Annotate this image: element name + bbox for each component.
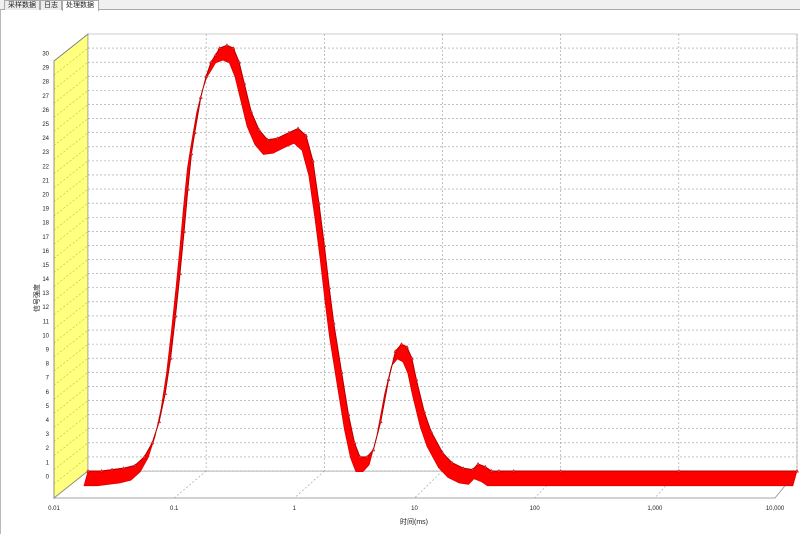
- x-tick-label: 0.01: [48, 506, 60, 512]
- y-tick-label: 27: [42, 94, 49, 100]
- app-window: 采样数据 日志 处理数据 0 1 2 3 4 5 6 7 8 9 10 11 12 13 14 15 16 17 1…: [0, 0, 800, 534]
- y-tick-label: 14: [42, 277, 49, 283]
- y-tick-label: 26: [42, 108, 49, 114]
- x-tick-label: 1,000: [647, 506, 663, 512]
- y-tick-label: 7: [46, 376, 50, 382]
- y-tick-label: 28: [42, 80, 49, 86]
- y-tick-label: 30: [42, 51, 49, 57]
- x-tick-label: 1: [293, 506, 297, 512]
- y-tick-label: 9: [46, 348, 50, 354]
- y-tick-label: 3: [46, 432, 50, 438]
- y-tick-label: 29: [42, 66, 49, 72]
- y-tick-label: 25: [42, 122, 49, 128]
- tab-log[interactable]: 日志: [40, 0, 62, 10]
- y-tick-label: 17: [42, 235, 49, 241]
- y-tick-label: 23: [42, 150, 49, 156]
- x-tick-label: 10,000: [766, 506, 785, 512]
- y-tick-label: 15: [42, 263, 49, 269]
- x-tick-label: 0.1: [170, 506, 179, 512]
- y-tick-label: 11: [43, 319, 50, 325]
- y-tick-label: 12: [42, 305, 49, 311]
- chart-panel: 0 1 2 3 4 5 6 7 8 9 10 11 12 13 14 15 16 17 18 19 20 21 22 23 24…: [0, 10, 800, 534]
- y-tick-label: 20: [42, 192, 49, 198]
- y-tick-label: 24: [42, 136, 49, 142]
- y-tick-label: 10: [42, 333, 49, 339]
- y-axis-label: 信号强度: [32, 284, 41, 312]
- y-tick-label: 0: [46, 474, 50, 480]
- y-tick-label: 2: [46, 446, 50, 452]
- y-tick-label: 8: [46, 362, 50, 368]
- x-tick-label: 10: [411, 506, 418, 512]
- y-tick-label: 19: [42, 207, 49, 213]
- tab-processed-data[interactable]: 处理数据: [62, 0, 99, 11]
- y-tick-labels: 0123456789101112131415161718192021222324…: [42, 51, 49, 480]
- x-tick-label: 100: [530, 506, 541, 512]
- y-tick-label: 13: [42, 291, 49, 297]
- tab-sampling-data[interactable]: 采样数据: [4, 0, 40, 10]
- y-tick-label: 16: [42, 249, 49, 255]
- y-tick-label: 4: [46, 418, 50, 424]
- y-tick-label: 6: [46, 390, 50, 396]
- y-tick-label: 5: [46, 404, 50, 410]
- y-tick-label: 18: [42, 221, 49, 227]
- x-tick-labels: 0.01 0.1 1 10 100 1,000 10,000: [48, 506, 785, 512]
- tab-bar: 采样数据 日志 处理数据: [0, 0, 800, 11]
- x-axis-label: 时间(ms): [400, 517, 428, 526]
- y-tick-label: 22: [42, 164, 49, 170]
- y-tick-label: 1: [46, 460, 50, 466]
- signal-chart: 0123456789101112131415161718192021222324…: [32, 33, 799, 526]
- y-tick-label: 21: [42, 178, 49, 184]
